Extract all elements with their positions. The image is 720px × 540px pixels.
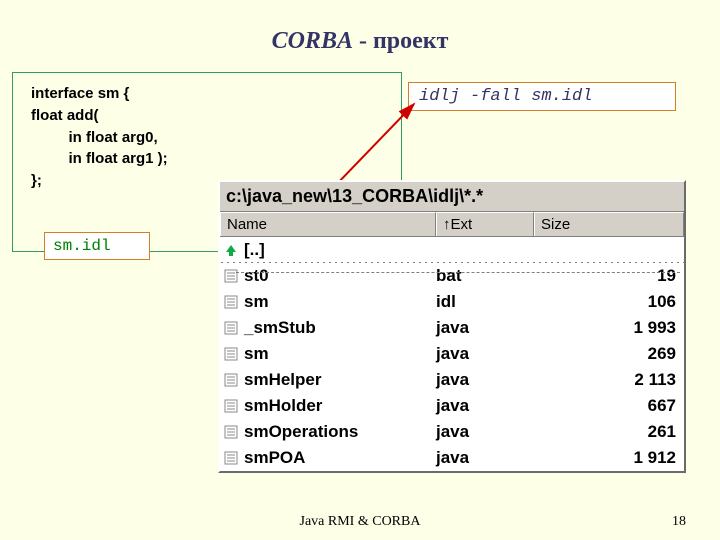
code-line: interface sm { <box>31 83 387 105</box>
cell-name: [..] <box>242 240 436 260</box>
file-icon <box>223 320 239 336</box>
file-icon <box>223 268 239 284</box>
command-box: idlj -fall sm.idl <box>408 82 676 111</box>
file-icon <box>223 450 239 466</box>
up-folder-icon <box>223 242 239 258</box>
header-name[interactable]: Name <box>220 212 436 236</box>
cell-name: st0 <box>242 266 436 286</box>
cell-size: 1 993 <box>534 318 684 338</box>
table-row[interactable]: smidl106 <box>220 289 684 315</box>
table-row[interactable]: _smStubjava1 993 <box>220 315 684 341</box>
row-icon <box>220 294 242 310</box>
cell-ext: java <box>436 370 534 390</box>
path-bar: c:\java_new\13_CORBA\idlj\*.* <box>220 182 684 212</box>
selection-dashed-line <box>236 272 680 273</box>
cell-name: _smStub <box>242 318 436 338</box>
table-row[interactable]: smHolderjava667 <box>220 393 684 419</box>
row-icon <box>220 242 242 258</box>
file-icon <box>223 398 239 414</box>
cell-name: sm <box>242 344 436 364</box>
row-icon <box>220 424 242 440</box>
code-line: in float arg1 ); <box>31 148 387 170</box>
cell-name: smHelper <box>242 370 436 390</box>
code-line: in float arg0, <box>31 127 387 149</box>
cell-name: smOperations <box>242 422 436 442</box>
cell-ext: java <box>436 396 534 416</box>
cell-size: 269 <box>534 344 684 364</box>
cell-size <box>534 242 684 259</box>
row-icon <box>220 450 242 466</box>
cell-ext: java <box>436 318 534 338</box>
header-size[interactable]: Size <box>534 212 684 236</box>
column-headers: Name ↑Ext Size <box>220 212 684 237</box>
cell-ext: bat <box>436 266 534 286</box>
title-italic: CORBA <box>272 28 353 54</box>
code-line: float add( <box>31 105 387 127</box>
page-number: 18 <box>672 514 686 530</box>
file-icon <box>223 372 239 388</box>
file-icon <box>223 424 239 440</box>
cell-size: 1 912 <box>534 448 684 468</box>
table-row[interactable]: smOperationsjava261 <box>220 419 684 445</box>
cell-ext: idl <box>436 292 534 312</box>
row-icon <box>220 372 242 388</box>
slide-title: CORBA - проект <box>0 0 720 55</box>
cell-ext: java <box>436 422 534 442</box>
table-row[interactable]: smjava269 <box>220 341 684 367</box>
footer-text: Java RMI & CORBA <box>0 514 720 530</box>
row-icon <box>220 268 242 284</box>
cell-name: smHolder <box>242 396 436 416</box>
idl-file-label: sm.idl <box>44 232 150 260</box>
cell-size: 261 <box>534 422 684 442</box>
row-icon <box>220 320 242 336</box>
file-manager-panel: c:\java_new\13_CORBA\idlj\*.* Name ↑Ext … <box>218 180 686 473</box>
row-icon <box>220 346 242 362</box>
cell-name: sm <box>242 292 436 312</box>
table-row[interactable]: [..] <box>220 237 684 263</box>
title-rest: - проект <box>353 28 448 54</box>
header-ext[interactable]: ↑Ext <box>436 212 534 236</box>
file-icon <box>223 346 239 362</box>
file-icon <box>223 294 239 310</box>
cell-ext: java <box>436 448 534 468</box>
table-row[interactable]: st0bat19 <box>220 263 684 289</box>
cell-ext: java <box>436 344 534 364</box>
table-row[interactable]: smPOAjava1 912 <box>220 445 684 471</box>
table-row[interactable]: smHelperjava2 113 <box>220 367 684 393</box>
cell-size: 19 <box>534 266 684 286</box>
cell-size: 667 <box>534 396 684 416</box>
row-icon <box>220 398 242 414</box>
cell-size: 2 113 <box>534 370 684 390</box>
cell-size: 106 <box>534 292 684 312</box>
cell-name: smPOA <box>242 448 436 468</box>
